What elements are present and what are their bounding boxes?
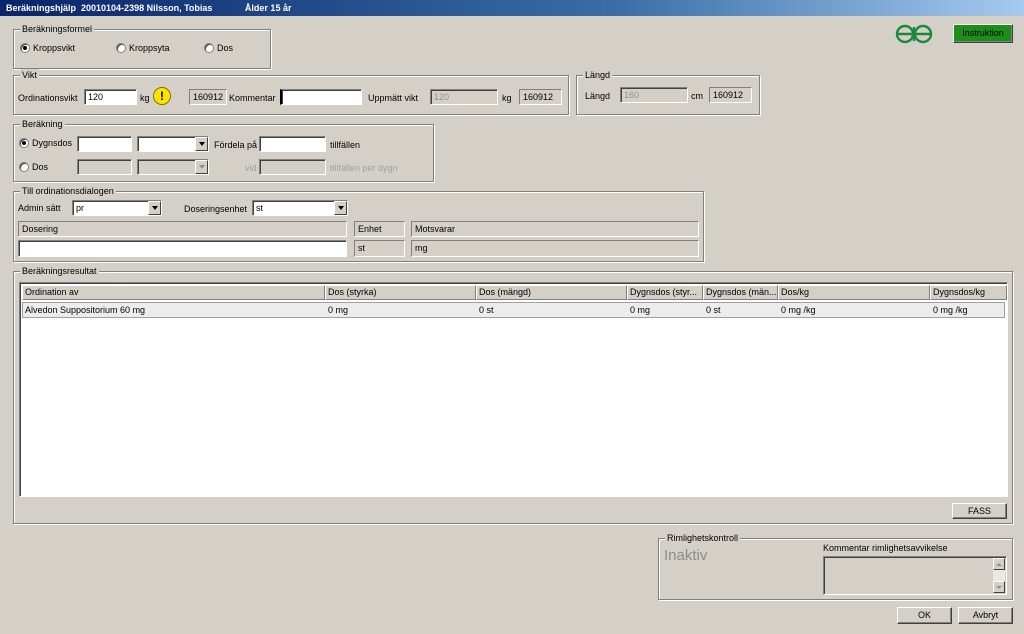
table-row[interactable]: Alvedon Suppositorium 60 mg 0 mg 0 st 0 … bbox=[22, 302, 1005, 318]
length-date: 160912 bbox=[709, 87, 752, 103]
ordination-weight-unit: kg bbox=[140, 93, 150, 103]
dose-label: Dos bbox=[32, 162, 49, 172]
table-cell: 0 mg bbox=[630, 305, 651, 315]
daily-dose-input[interactable] bbox=[77, 136, 132, 152]
results-legend: Beräkningsresultat bbox=[20, 265, 99, 277]
column-header[interactable]: Dos/kg bbox=[778, 285, 930, 300]
table-cell: 0 mg bbox=[328, 305, 349, 315]
comment-label: Kommentar bbox=[229, 93, 276, 103]
daily-dose-unit-select[interactable] bbox=[137, 136, 209, 152]
length-label: Längd bbox=[585, 91, 611, 101]
measured-weight-input: 120 bbox=[430, 89, 498, 105]
ordination-dialog-group: Till ordinationsdialogen Admin sätt pr D… bbox=[13, 185, 704, 262]
column-header[interactable]: Dos (mängd) bbox=[476, 285, 627, 300]
radio-kroppsyta-label: Kroppsyta bbox=[129, 43, 170, 53]
ordination-weight-input[interactable]: 120 bbox=[84, 89, 137, 105]
radio-kroppsyta[interactable] bbox=[116, 43, 126, 53]
radio-dose[interactable] bbox=[19, 162, 29, 172]
chevron-down-icon[interactable] bbox=[148, 201, 161, 215]
formula-legend: Beräkningsformel bbox=[20, 23, 95, 35]
distribute-input[interactable] bbox=[259, 136, 326, 152]
results-table-header: Ordination av Dos (styrka) Dos (mängd) D… bbox=[22, 285, 1007, 300]
measured-weight-unit: kg bbox=[502, 93, 512, 103]
scroll-down-icon[interactable] bbox=[993, 581, 1005, 593]
dose-unit-select bbox=[137, 159, 209, 175]
length-input: 160 bbox=[620, 87, 688, 103]
window-title: Beräkningshjälp 20010104-2398 Nilsson, T… bbox=[0, 0, 1024, 16]
chevron-down-icon[interactable] bbox=[334, 201, 347, 215]
ordination-weight-date: 160912 bbox=[189, 89, 227, 105]
measured-weight-label: Uppmätt vikt bbox=[368, 93, 419, 103]
column-header[interactable]: Dygnsdos/kg bbox=[930, 285, 1007, 300]
radio-dos[interactable] bbox=[204, 43, 214, 53]
unit-value: st bbox=[354, 240, 405, 257]
calculation-group: Beräkning Dygnsdos Fördela på tillfällen… bbox=[13, 118, 434, 182]
times-per-day-label: tillfällen per dygn bbox=[330, 163, 398, 173]
comment-input[interactable] bbox=[280, 89, 362, 105]
plausibility-status: Inaktiv bbox=[664, 547, 708, 564]
table-cell: 0 st bbox=[706, 305, 721, 315]
length-group: Längd Längd 160 cm 160912 bbox=[576, 69, 760, 115]
corresponds-value: mg bbox=[411, 240, 699, 257]
unit-header: Enhet bbox=[354, 221, 405, 237]
weight-legend: Vikt bbox=[20, 69, 39, 81]
results-table[interactable]: Ordination av Dos (styrka) Dos (mängd) D… bbox=[19, 282, 1008, 497]
radio-dos-label: Dos bbox=[217, 43, 234, 53]
table-cell: 0 st bbox=[479, 305, 494, 315]
plausibility-comment-input bbox=[823, 556, 1007, 595]
dosering-header: Dosering bbox=[18, 221, 347, 237]
instruction-button[interactable]: Instruktion bbox=[953, 24, 1013, 43]
dose-unit-label: Doseringsenhet bbox=[184, 204, 248, 214]
dosering-input[interactable] bbox=[18, 240, 347, 257]
radio-kroppsvikt[interactable] bbox=[20, 43, 30, 53]
admin-method-select[interactable]: pr bbox=[72, 200, 162, 216]
length-legend: Längd bbox=[583, 69, 613, 81]
plausibility-group: Rimlighetskontroll Inaktiv Kommentar rim… bbox=[658, 532, 1013, 600]
radio-kroppsvikt-label: Kroppsvikt bbox=[33, 43, 76, 53]
column-header[interactable]: Dygnsdos (män... bbox=[703, 285, 778, 300]
distribute-label: Fördela på bbox=[214, 140, 258, 150]
times-label: tillfällen bbox=[330, 140, 361, 150]
column-header[interactable]: Dygnsdos (styr... bbox=[627, 285, 703, 300]
plausibility-scrollbar[interactable] bbox=[993, 558, 1005, 593]
results-group: Beräkningsresultat Ordination av Dos (st… bbox=[13, 265, 1013, 524]
radio-daily-dose[interactable] bbox=[19, 138, 29, 148]
column-header[interactable]: Ordination av bbox=[22, 285, 325, 300]
chevron-down-icon[interactable] bbox=[195, 137, 208, 151]
ordination-dialog-legend: Till ordinationsdialogen bbox=[20, 185, 116, 197]
ok-button[interactable]: OK bbox=[897, 607, 952, 624]
cancel-button[interactable]: Avbryt bbox=[958, 607, 1013, 624]
formula-group: Beräkningsformel Kroppsvikt Kroppsyta Do… bbox=[13, 23, 271, 69]
length-unit: cm bbox=[691, 91, 703, 101]
fass-button[interactable]: FASS bbox=[952, 503, 1007, 519]
dose-unit-select-main[interactable]: st bbox=[252, 200, 348, 216]
table-cell: Alvedon Suppositorium 60 mg bbox=[25, 305, 146, 315]
dose-input bbox=[77, 159, 132, 175]
table-cell: 0 mg /kg bbox=[781, 305, 816, 315]
warning-icon[interactable]: ! bbox=[153, 87, 171, 105]
admin-method-label: Admin sätt bbox=[18, 203, 61, 213]
measured-weight-date: 160912 bbox=[519, 89, 562, 105]
times-per-day-input bbox=[259, 159, 326, 175]
chevron-down-icon bbox=[195, 160, 208, 174]
column-header[interactable]: Dos (styrka) bbox=[325, 285, 476, 300]
at-label: vid bbox=[245, 163, 257, 173]
app-logo-icon bbox=[895, 24, 933, 44]
calculation-legend: Beräkning bbox=[20, 118, 65, 130]
ordination-weight-label: Ordinationsvikt bbox=[18, 93, 78, 103]
daily-dose-label: Dygnsdos bbox=[32, 138, 73, 148]
corresponds-header: Motsvarar bbox=[411, 221, 699, 237]
plausibility-legend: Rimlighetskontroll bbox=[665, 532, 741, 544]
table-cell: 0 mg /kg bbox=[933, 305, 968, 315]
plausibility-comment-label: Kommentar rimlighetsavvikelse bbox=[823, 543, 948, 553]
scroll-up-icon[interactable] bbox=[993, 558, 1005, 570]
weight-group: Vikt Ordinationsvikt 120 kg ! 160912 Kom… bbox=[13, 69, 569, 115]
